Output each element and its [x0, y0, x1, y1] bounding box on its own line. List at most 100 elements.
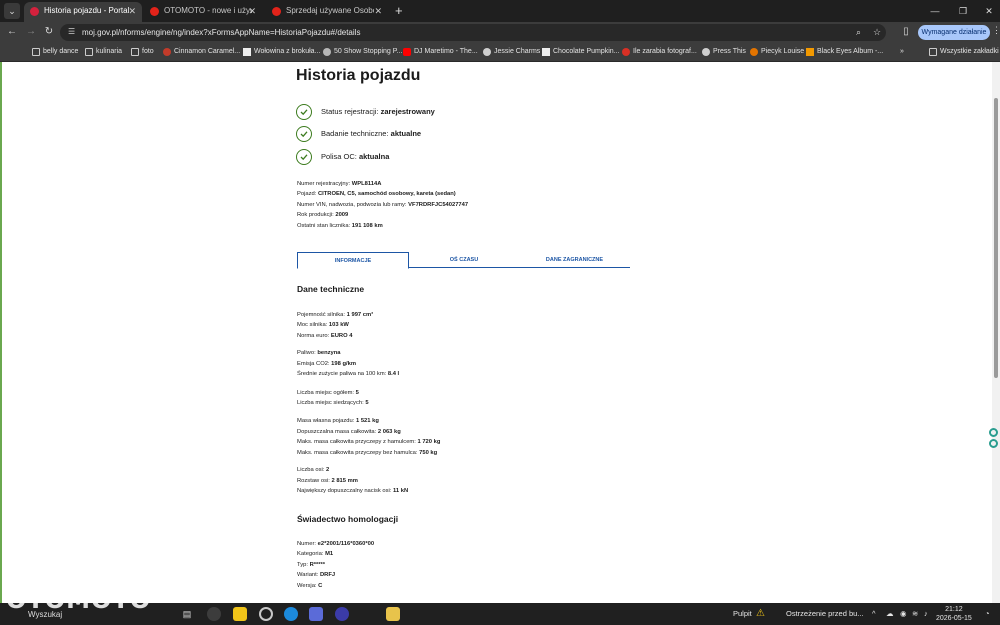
tech-euro-norm: Norma euro: EURO 4	[297, 333, 352, 339]
url-text[interactable]: moj.gov.pl/nforms/engine/ng/index?xForms…	[82, 24, 360, 41]
field-value: 2	[326, 467, 330, 473]
forward-icon[interactable]: →	[24, 25, 38, 39]
file-explorer-icon[interactable]	[233, 607, 247, 621]
bookmark-link[interactable]: DJ Maretimo - The...	[403, 43, 478, 61]
field-label: Średnie zużycie paliwa na 100 km:	[297, 371, 387, 377]
address-bar[interactable]: ☰ moj.gov.pl/nforms/engine/ng/index?xFor…	[60, 24, 886, 41]
clock-time: 21:12	[945, 606, 963, 613]
app-icon[interactable]	[259, 607, 273, 621]
section-title-technical: Dane techniczne	[297, 284, 365, 294]
close-window-icon[interactable]: ✕	[980, 3, 998, 19]
bookmark-label: Wszystkie zakładki	[940, 48, 999, 55]
checkmark-icon	[296, 126, 312, 142]
bookmark-folder[interactable]: foto	[131, 43, 154, 61]
tech-seats-total: Liczba miejsc ogółem: 5	[297, 390, 359, 396]
checkmark-icon	[296, 149, 312, 165]
browser-toolbar: ← → ↻ ☰ moj.gov.pl/nforms/engine/ng/inde…	[0, 22, 1000, 43]
zoom-search-icon[interactable]: ⌕	[856, 27, 861, 38]
bookmark-label: foto	[142, 48, 154, 55]
tab-os-czasu[interactable]: OŚ CZASU	[409, 252, 519, 268]
restore-icon[interactable]: ❐	[954, 3, 972, 19]
task-view-icon[interactable]: ▤	[180, 607, 194, 621]
status-text: Status rejestracji: zarejestrowany	[321, 107, 435, 116]
close-tab-icon[interactable]: ✕	[374, 2, 382, 20]
store-icon[interactable]	[309, 607, 323, 621]
vehicle-registration-number: Numer rejestracyjny: WPL8114A	[297, 181, 381, 187]
field-value: 11 kN	[393, 488, 409, 494]
bookmark-label: 50 Show Stopping P...	[334, 48, 403, 55]
tray-wifi-icon[interactable]: ≋	[912, 603, 918, 625]
tray-chevron-icon[interactable]: ^	[872, 603, 876, 625]
field-value: 2 815 mm	[331, 478, 358, 484]
site-info-icon[interactable]: ☰	[68, 27, 75, 36]
bookmark-link[interactable]: Wołowina z brokuła...	[243, 43, 320, 61]
bookmark-link[interactable]: 50 Show Stopping P...	[323, 43, 402, 61]
tab-sprzedaj[interactable]: Sprzedaj używane Osobowe | O ✕	[266, 2, 388, 22]
widget-icon[interactable]	[989, 428, 998, 437]
tech-trailer-unbraked: Maks. masa całkowita przyczepy bez hamul…	[297, 450, 437, 456]
status-text: Polisa OC: aktualna	[321, 152, 389, 161]
bookmark-link[interactable]: Ile zarabia fotograf...	[622, 43, 697, 61]
field-value: WPL8114A	[351, 181, 382, 187]
homologation-number: Numer: e2*2001/116*0360*00	[297, 541, 374, 547]
bookmarks-overflow-icon[interactable]: »	[900, 43, 904, 61]
edge-icon[interactable]	[284, 607, 298, 621]
tab-dane-zagraniczne[interactable]: DANE ZAGRANICZNE	[519, 252, 630, 268]
widget-icon[interactable]	[989, 439, 998, 448]
tab-informacje[interactable]: INFORMACJE	[297, 252, 409, 269]
homologation-type: Typ: R*****	[297, 562, 325, 568]
folder-app-icon[interactable]	[386, 607, 400, 621]
new-tab-button[interactable]: +	[395, 3, 403, 19]
field-value: 2 063 kg	[377, 429, 401, 435]
field-value: 1 997 cm³	[346, 312, 374, 318]
update-required-button[interactable]: Wymagane działanie	[918, 25, 990, 40]
chrome-icon[interactable]	[207, 607, 221, 621]
field-value: CITROEN, C5, samochód osobowy, kareta (s…	[317, 191, 456, 197]
bookmarks-bar: belly dance kulinaria foto Cinnamon Cara…	[0, 43, 1000, 62]
app-icon[interactable]	[335, 607, 349, 621]
all-bookmarks-folder[interactable]: Wszystkie zakładki	[929, 43, 999, 61]
otomoto-icon	[272, 7, 281, 16]
field-value: benzyna	[317, 350, 341, 356]
scroll-thumb[interactable]	[994, 98, 998, 378]
bookmark-link[interactable]: Chocolate Pumpkin...	[542, 43, 620, 61]
field-label: Rok produkcji:	[297, 212, 334, 218]
field-value: VF7RDRFJC54027747	[408, 202, 469, 208]
bookmark-link[interactable]: Press This	[702, 43, 746, 61]
extensions-icon[interactable]: ▯	[899, 25, 913, 39]
tab-search-button[interactable]: ⌄	[4, 3, 20, 19]
tray-cloud-icon[interactable]: ☁	[886, 603, 894, 625]
close-tab-icon[interactable]: ✕	[128, 2, 136, 20]
bookmark-link[interactable]: Piecyk Louise	[750, 43, 804, 61]
field-label: Masa własna pojazdu:	[297, 418, 355, 424]
tray-sound-icon[interactable]: ♪	[924, 603, 928, 625]
back-icon[interactable]: ←	[5, 25, 19, 39]
close-tab-icon[interactable]: ✕	[248, 2, 256, 20]
desktop-label[interactable]: Pulpit	[733, 603, 752, 625]
reload-icon[interactable]: ↻	[42, 25, 56, 39]
tab-otomoto[interactable]: OTOMOTO - nowe i używane sa ✕	[144, 2, 262, 22]
bookmark-link[interactable]: Cinnamon Caramel...	[163, 43, 240, 61]
tab-historia-pojazdu[interactable]: Historia pojazdu - Portal gov.pl ✕	[24, 2, 142, 22]
bookmark-star-icon[interactable]: ☆	[873, 27, 881, 38]
system-clock[interactable]: 21:12 2026-05-15	[936, 605, 972, 623]
bookmark-folder[interactable]: kulinaria	[85, 43, 122, 61]
menu-kebab-icon[interactable]: ⋮	[992, 25, 1000, 36]
tray-network-icon[interactable]: ◉	[900, 603, 907, 625]
homologation-version: Wersja: C	[297, 583, 322, 589]
page-scrollbar[interactable]	[992, 62, 1000, 603]
minimize-icon[interactable]: —	[926, 3, 944, 19]
notifications-bell-icon[interactable]: ◔	[985, 603, 990, 625]
accessibility-widget[interactable]	[989, 428, 998, 450]
otomoto-watermark: OTOMOTO	[6, 586, 152, 614]
bookmark-link[interactable]: Black Eyes Album -...	[806, 43, 883, 61]
bookmark-folder[interactable]: belly dance	[32, 43, 78, 61]
field-label: Typ:	[297, 562, 308, 568]
bookmark-link[interactable]: Jessie Charms	[483, 43, 540, 61]
field-label: Rozstaw osi:	[297, 478, 330, 484]
field-label: Maks. masa całkowita przyczepy bez hamul…	[297, 450, 418, 456]
notification-text[interactable]: Ostrzeżenie przed bu...	[786, 603, 864, 625]
tech-co2: Emisja CO2: 198 g/km	[297, 361, 356, 367]
tab-strip: ⌄ Historia pojazdu - Portal gov.pl ✕ OTO…	[0, 0, 1000, 22]
bookmark-label: Wołowina z brokuła...	[254, 48, 321, 55]
